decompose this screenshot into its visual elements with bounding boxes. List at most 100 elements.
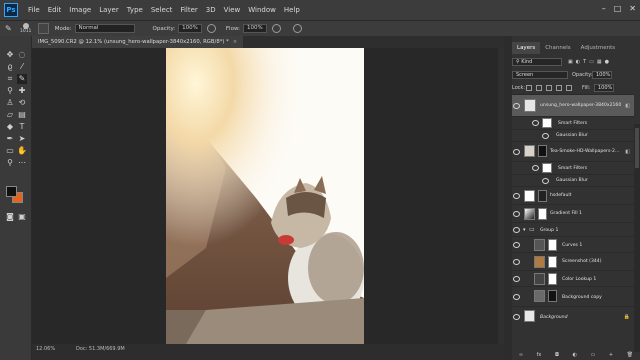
tab-layers[interactable]: Layers: [512, 42, 541, 54]
brush-panel-toggle-icon[interactable]: [37, 23, 49, 34]
visibility-eye-icon[interactable]: [513, 276, 520, 282]
layer-row[interactable]: Screenshot (344): [512, 252, 634, 270]
lock-artboard-icon[interactable]: [556, 85, 562, 91]
pressure-opacity-icon[interactable]: [206, 24, 216, 33]
mode-select[interactable]: Normal: [74, 24, 135, 33]
more-tools-icon[interactable]: ⋯: [17, 158, 27, 168]
pen-tool-icon[interactable]: ✒: [5, 134, 15, 144]
shape-tool-icon[interactable]: ▭: [5, 146, 15, 156]
visibility-eye-icon[interactable]: [513, 294, 520, 300]
menu-filter[interactable]: Filter: [176, 6, 201, 14]
minimize-button[interactable]: –: [602, 4, 606, 13]
menu-window[interactable]: Window: [244, 6, 280, 14]
path-select-tool-icon[interactable]: ➤: [17, 134, 27, 144]
visibility-eye-icon[interactable]: [513, 314, 520, 320]
maximize-button[interactable]: □: [614, 4, 622, 13]
visibility-eye-icon[interactable]: [513, 149, 520, 155]
blend-mode-select[interactable]: Screen: [512, 71, 568, 79]
document-tab[interactable]: IMG_5090.CR2 @ 12.1% (unsung_hero-wallpa…: [32, 36, 244, 48]
visibility-eye-icon[interactable]: [542, 133, 549, 139]
lock-all-icon[interactable]: [566, 85, 572, 91]
menu-help[interactable]: Help: [280, 6, 304, 14]
visibility-eye-icon[interactable]: [513, 259, 520, 265]
group-row[interactable]: ▾ ▭ Group 1: [512, 222, 634, 236]
healing-brush-tool-icon[interactable]: ✚: [17, 86, 27, 96]
layer-row[interactable]: Curves 1: [512, 236, 634, 252]
new-layer-icon[interactable]: +: [609, 352, 613, 360]
tab-channels[interactable]: Channels: [540, 42, 575, 54]
menu-view[interactable]: View: [220, 6, 245, 14]
filter-type-icons[interactable]: ▣◐T▭▦●: [568, 59, 612, 65]
add-mask-icon[interactable]: ◘: [555, 352, 559, 360]
brush-preset-picker[interactable]: 1011: [18, 23, 34, 34]
visibility-eye-icon[interactable]: [532, 120, 539, 126]
menu-file[interactable]: File: [24, 6, 44, 14]
menu-type[interactable]: Type: [123, 6, 147, 14]
layer-row[interactable]: Background copy: [512, 286, 634, 306]
eyedropper-tool-icon[interactable]: ⚲: [5, 86, 15, 96]
delete-layer-icon[interactable]: 🗑: [627, 352, 633, 360]
menu-select[interactable]: Select: [147, 6, 177, 14]
close-button[interactable]: ✕: [629, 4, 636, 13]
zoom-tool-icon[interactable]: ⚲: [5, 158, 15, 168]
brush-tool-icon[interactable]: ✎: [5, 24, 12, 33]
quick-mask-icon[interactable]: ◙: [5, 212, 15, 222]
menu-layer[interactable]: Layer: [95, 6, 123, 14]
add-style-icon[interactable]: fx: [537, 352, 542, 360]
layer-row[interactable]: unsung_hero-wallpaper-3840x2160 ◧: [512, 94, 634, 116]
lasso-tool-icon[interactable]: ϱ: [5, 62, 15, 72]
document-canvas[interactable]: [166, 48, 364, 344]
filter-row[interactable]: Gaussian Blur: [512, 129, 634, 141]
layer-opacity-field[interactable]: 100%: [592, 71, 612, 79]
brush-tool-icon[interactable]: ✎: [17, 74, 27, 84]
visibility-eye-icon[interactable]: [513, 211, 520, 217]
quick-select-tool-icon[interactable]: ⁄: [17, 62, 27, 72]
lock-position-icon[interactable]: [546, 85, 552, 91]
visibility-eye-icon[interactable]: [513, 227, 520, 233]
crop-tool-icon[interactable]: ⌗: [5, 74, 15, 84]
history-brush-tool-icon[interactable]: ⟲: [17, 98, 27, 108]
new-adjustment-icon[interactable]: ◐: [573, 352, 577, 360]
eraser-tool-icon[interactable]: ▱: [5, 110, 15, 120]
type-tool-icon[interactable]: T: [17, 122, 27, 132]
filter-row[interactable]: Gaussian Blur: [512, 174, 634, 186]
pressure-size-icon[interactable]: [292, 24, 302, 33]
marquee-tool-icon[interactable]: ◌: [17, 50, 27, 60]
close-document-icon[interactable]: ×: [233, 39, 237, 45]
visibility-eye-icon[interactable]: [542, 178, 549, 184]
gradient-tool-icon[interactable]: ▤: [17, 110, 27, 120]
layer-row[interactable]: Gradient Fill 1: [512, 204, 634, 222]
visibility-eye-icon[interactable]: [532, 165, 539, 171]
visibility-eye-icon[interactable]: [513, 103, 520, 109]
new-group-icon[interactable]: ▭: [591, 352, 596, 360]
menu-3d[interactable]: 3D: [202, 6, 220, 14]
canvas-area[interactable]: [32, 48, 498, 344]
layer-filter-select[interactable]: ⚲ Kind: [512, 58, 562, 66]
layer-row[interactable]: hsdefault: [512, 186, 634, 204]
tab-adjustments[interactable]: Adjustments: [576, 42, 620, 54]
airbrush-icon[interactable]: [271, 24, 281, 33]
menu-edit[interactable]: Edit: [44, 6, 66, 14]
screen-mode-icon[interactable]: ▣: [17, 212, 27, 222]
fill-field[interactable]: 100%: [594, 84, 614, 92]
opacity-field[interactable]: 100%: [178, 24, 202, 33]
hand-tool-icon[interactable]: ✋: [17, 146, 27, 156]
blur-tool-icon[interactable]: ◆: [5, 122, 15, 132]
menu-image[interactable]: Image: [65, 6, 95, 14]
layer-row[interactable]: Color Lookup 1: [512, 270, 634, 286]
visibility-eye-icon[interactable]: [513, 193, 520, 199]
lock-image-icon[interactable]: [536, 85, 542, 91]
layer-row[interactable]: Tea-Smoke-HD-Wallpapers-2... ◧: [512, 141, 634, 161]
visibility-eye-icon[interactable]: [513, 242, 520, 248]
smart-filters-row[interactable]: Smart Filters: [512, 161, 634, 174]
foreground-color-swatch[interactable]: [6, 186, 17, 197]
layers-scrollbar-thumb[interactable]: [635, 128, 639, 168]
zoom-level[interactable]: 12.06%: [36, 344, 55, 354]
smart-filters-row[interactable]: Smart Filters: [512, 116, 634, 129]
link-layers-icon[interactable]: ∞: [519, 352, 523, 360]
layers-scrollbar[interactable]: [634, 124, 640, 352]
flow-field[interactable]: 100%: [243, 24, 267, 33]
move-tool-icon[interactable]: ✥: [5, 50, 15, 60]
layer-row[interactable]: Background 🔒: [512, 306, 634, 326]
lock-pixels-icon[interactable]: [526, 85, 532, 91]
